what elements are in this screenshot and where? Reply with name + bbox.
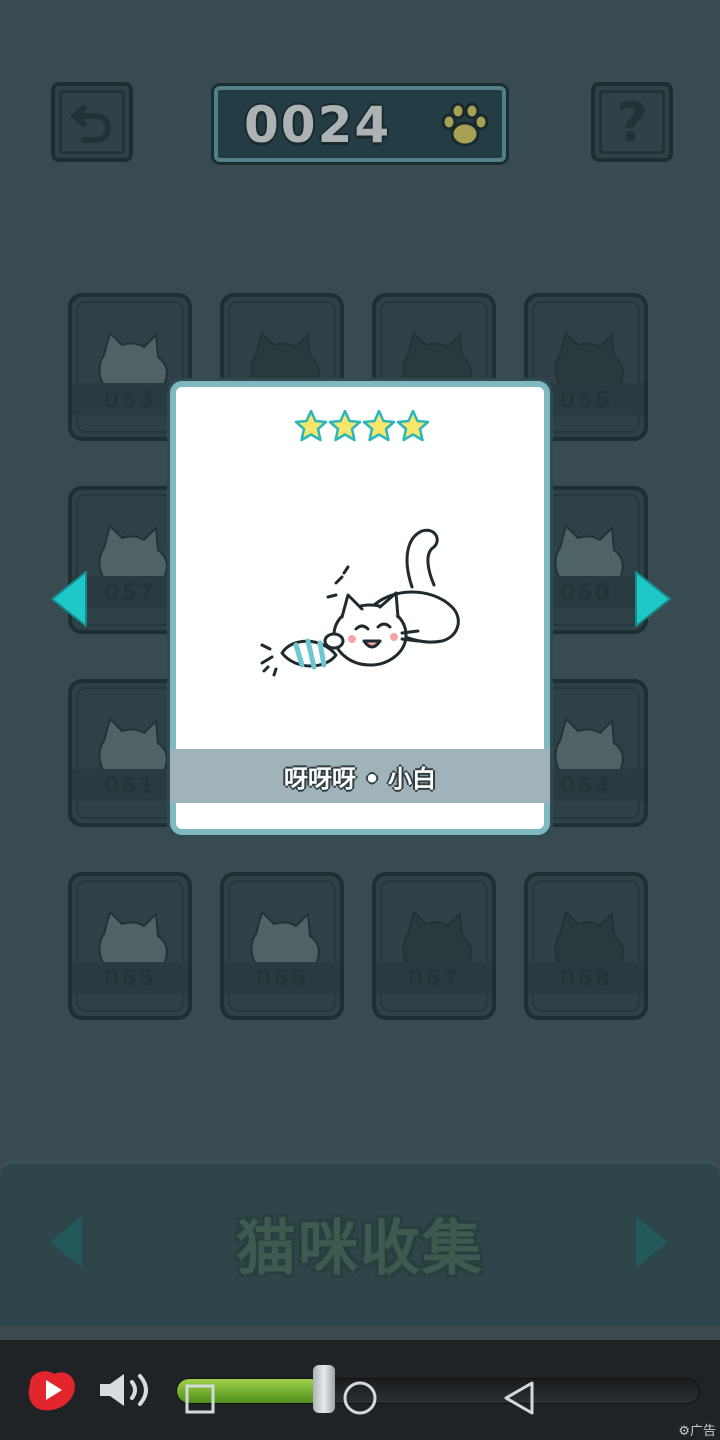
next-page-arrow-icon[interactable]: [632, 568, 674, 630]
question-mark-icon: ?: [616, 90, 648, 154]
ad-gear-icon: ⚙: [678, 1424, 690, 1439]
cat-name-band: 呀呀呀 • 小白: [170, 749, 550, 803]
collection-title: 猫咪收集: [236, 1214, 484, 1284]
paw-icon: [441, 102, 489, 147]
footer-right-arrow-icon[interactable]: [632, 1212, 672, 1272]
star-icon: [328, 409, 362, 442]
volume-slider-knob[interactable]: [313, 1365, 336, 1413]
ad-label: ⚙广告: [678, 1424, 716, 1439]
cat-card-067[interactable]: 067: [372, 872, 496, 1020]
back-triangle-icon[interactable]: [502, 1380, 538, 1416]
cat-detail-popup[interactable]: 呀呀呀 • 小白: [170, 381, 550, 835]
home-circle-icon[interactable]: [342, 1380, 378, 1416]
volume-icon[interactable]: [96, 1370, 158, 1410]
white-cat-illustration: [260, 528, 460, 677]
help-button[interactable]: ?: [591, 82, 673, 162]
cat-card-068[interactable]: 068: [524, 872, 648, 1020]
cat-card-number: 065: [104, 967, 156, 992]
previous-page-arrow-icon[interactable]: [48, 568, 90, 630]
score-value: 0024: [244, 96, 392, 154]
score-panel: 0024: [214, 86, 506, 162]
star-icon: [294, 409, 328, 442]
volume-slider[interactable]: [176, 1365, 700, 1413]
rating-stars: [294, 409, 434, 449]
cat-card-number: 066: [256, 967, 308, 992]
cat-card-number: 068: [560, 967, 612, 992]
play-button-icon[interactable]: [24, 1364, 80, 1416]
recent-apps-icon[interactable]: [184, 1383, 216, 1415]
cat-card-065[interactable]: 065: [68, 872, 192, 1020]
cat-card-066[interactable]: 066: [220, 872, 344, 1020]
cat-name: 呀呀呀 • 小白: [283, 765, 437, 793]
cat-card-number: 067: [408, 967, 460, 992]
star-icon: [362, 409, 396, 442]
back-button[interactable]: [51, 82, 133, 162]
star-icon: [396, 409, 430, 442]
undo-arrow-icon: [71, 105, 111, 143]
